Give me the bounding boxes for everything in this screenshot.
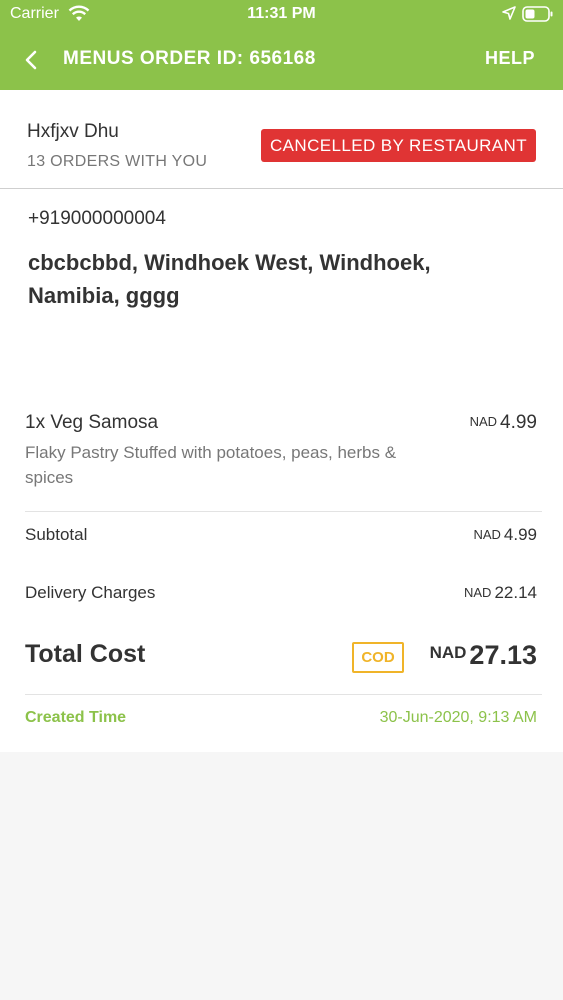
- status-badge: CANCELLED BY RESTAURANT: [261, 129, 536, 162]
- delivery-address: cbcbcbbd, Windhoek West, Windhoek, Namib…: [28, 250, 431, 308]
- status-bar: Carrier 11:31 PM: [0, 0, 563, 30]
- subtotal-value: 4.99: [503, 525, 537, 544]
- item-price: NAD 4.99: [470, 412, 537, 434]
- customer-row: Hxfjxv Dhu 13 ORDERS WITH YOU CANCELLED …: [0, 104, 563, 189]
- created-time-value: 30-Jun-2020, 9:13 AM: [379, 709, 537, 726]
- item-price-value: 4.99: [500, 412, 537, 433]
- item-currency: NAD: [469, 414, 498, 429]
- delivery-charges-label: Delivery Charges: [25, 583, 156, 602]
- clock: 11:31 PM: [247, 5, 316, 22]
- item-name: 1x Veg Samosa: [25, 412, 159, 433]
- order-card: Hxfjxv Dhu 13 ORDERS WITH YOU CANCELLED …: [0, 104, 563, 752]
- order-count: 13 ORDERS WITH YOU: [27, 153, 208, 170]
- subtotal-currency: NAD: [473, 527, 501, 542]
- payment-method-badge: COD: [352, 642, 404, 673]
- divider: [25, 694, 542, 695]
- chevron-left-icon[interactable]: [20, 48, 44, 72]
- total-currency: NAD: [429, 643, 467, 662]
- delivery-currency: NAD: [464, 585, 492, 600]
- customer-phone[interactable]: +919000000004: [28, 208, 166, 230]
- customer-name: Hxfjxv Dhu: [27, 121, 119, 142]
- help-button[interactable]: HELP: [485, 48, 535, 69]
- subtotal-label: Subtotal: [25, 525, 88, 544]
- delivery-charges-price: NAD 22.14: [464, 583, 537, 603]
- app-header: Carrier 11:31 PM MENUS ORDER ID: 656168 …: [0, 0, 563, 90]
- nav-bar: MENUS ORDER ID: 656168 HELP: [0, 36, 563, 82]
- divider: [25, 511, 542, 512]
- battery-icon: [522, 6, 553, 22]
- subtotal-price: NAD 4.99: [473, 525, 537, 545]
- total-value: 27.13: [469, 640, 537, 670]
- delivery-value: 22.14: [494, 583, 537, 602]
- top-spacer: [0, 90, 563, 105]
- created-time-label: Created Time: [25, 709, 127, 726]
- location-arrow-icon: [502, 6, 516, 20]
- total-cost-price: NAD 27.13: [430, 640, 537, 671]
- total-cost-label: Total Cost: [25, 640, 146, 668]
- page-title: MENUS ORDER ID: 656168: [63, 48, 316, 69]
- item-description: Flaky Pastry Stuffed with potatoes, peas…: [25, 443, 397, 487]
